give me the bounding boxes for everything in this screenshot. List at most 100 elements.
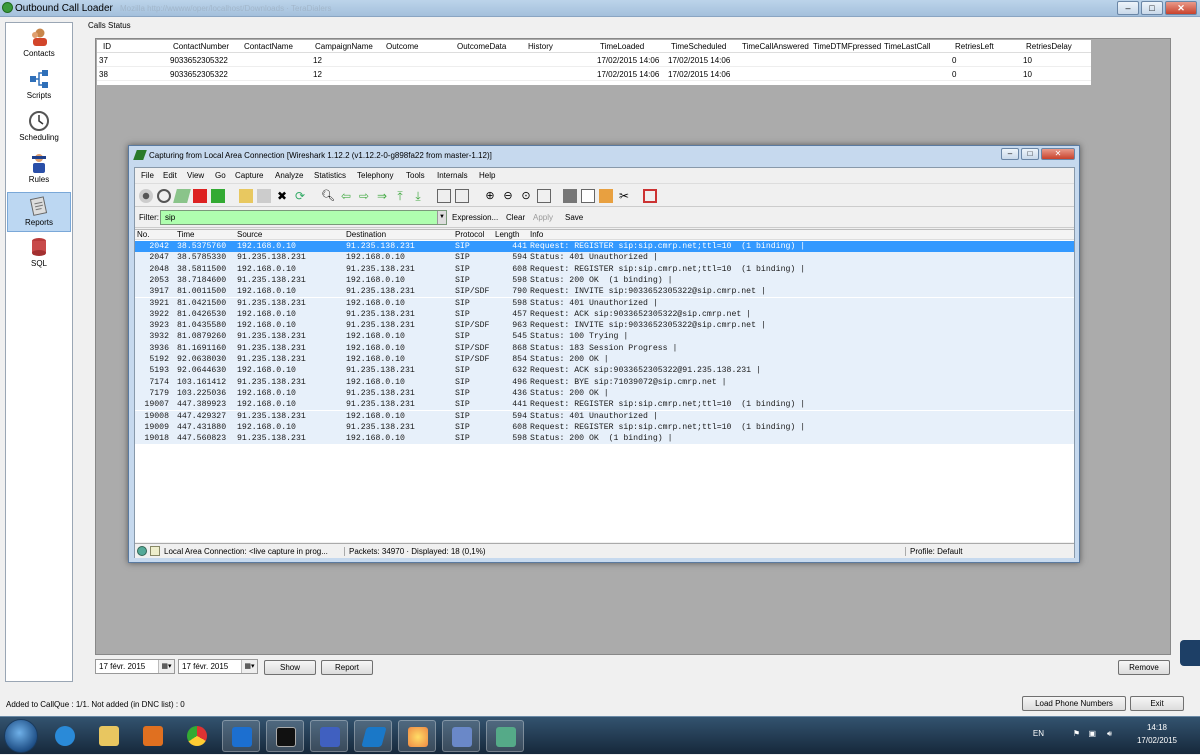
packet-row[interactable]: 3917 81.0011500 192.168.0.10 91.235.138.231… (135, 286, 1074, 298)
column-header[interactable]: Source (237, 230, 262, 239)
packet-row[interactable]: 19009 447.431880 192.168.0.10 91.235.138.23… (135, 421, 1074, 434)
clear-button[interactable]: Clear (506, 213, 525, 222)
packet-row[interactable]: 3922 81.0426530 192.168.0.10 91.235.138.231… (135, 308, 1074, 321)
packet-row[interactable]: 5193 92.0644630 192.168.0.10 91.235.138.231… (135, 365, 1074, 377)
open-icon[interactable] (239, 189, 253, 203)
column-header[interactable]: RetriesLeft (955, 42, 994, 51)
zoom-in-icon[interactable]: ⊕ (483, 189, 497, 203)
column-header[interactable]: RetriesDelay (1026, 42, 1072, 51)
start-capture-icon[interactable] (173, 189, 191, 203)
sidebar-item-rules[interactable]: Rules (7, 150, 71, 190)
apply-button[interactable]: Apply (533, 213, 553, 222)
menu-statistics[interactable]: Statistics (314, 171, 346, 180)
colorize-icon[interactable] (437, 189, 451, 203)
column-header[interactable]: Time (177, 230, 194, 239)
packet-row[interactable]: 2053 38.7184600 91.235.138.231 192.168.0.10… (135, 274, 1074, 287)
media-player-taskbar-button[interactable] (134, 720, 172, 752)
menu-go[interactable]: Go (215, 171, 226, 180)
filter-input[interactable]: sip (160, 210, 447, 225)
column-header[interactable]: Length (495, 230, 519, 239)
packet-row[interactable]: 2042 38.5375760 192.168.0.10 91.235.138.231… (135, 241, 1074, 253)
menu-internals[interactable]: Internals (437, 171, 468, 180)
profile-status[interactable]: Profile: Default (905, 547, 962, 556)
calls-grid[interactable]: ID ContactNumber ContactName CampaignNam… (97, 40, 1091, 85)
reload-icon[interactable]: ⟳ (293, 189, 307, 203)
interfaces-icon[interactable] (139, 189, 153, 203)
report-button[interactable]: Report (321, 660, 373, 675)
sidebar-item-scheduling[interactable]: Scheduling (7, 108, 71, 148)
date-from-picker[interactable]: 17 févr. 2015 ▦▾ (95, 659, 175, 674)
packet-row[interactable]: 3936 81.1691160 91.235.138.231 192.168.0.10… (135, 342, 1074, 354)
packet-row[interactable]: 5192 92.0638030 91.235.138.231 192.168.0.10… (135, 354, 1074, 366)
comments-icon[interactable] (150, 546, 160, 556)
menu-telephony[interactable]: Telephony (357, 171, 393, 180)
column-header[interactable]: ContactNumber (173, 42, 229, 51)
expert-info-icon[interactable] (137, 546, 147, 556)
stop-capture-icon[interactable] (193, 189, 207, 203)
ws-maximize-button[interactable]: □ (1021, 148, 1039, 160)
packet-row[interactable]: 3932 81.0879260 91.235.138.231 192.168.0.10… (135, 331, 1074, 343)
packet-row[interactable]: 7174 103.161412 91.235.138.231 192.168.0.10… (135, 376, 1074, 388)
save-filter-button[interactable]: Save (565, 213, 583, 222)
first-packet-icon[interactable]: ⤒ (393, 189, 407, 203)
goto-icon[interactable]: ⇒ (375, 189, 389, 203)
sidebar-item-scripts[interactable]: Scripts (7, 66, 71, 106)
load-phone-numbers-button[interactable]: Load Phone Numbers (1022, 696, 1126, 711)
clock-time[interactable]: 14:18 (1132, 723, 1182, 732)
start-button[interactable] (4, 719, 38, 753)
resize-columns-icon[interactable] (537, 189, 551, 203)
column-header[interactable]: Destination (346, 230, 386, 239)
zoom-normal-icon[interactable]: ⊙ (519, 189, 533, 203)
forward-icon[interactable]: ⇨ (357, 189, 371, 203)
network-taskbar-button[interactable] (486, 720, 524, 752)
packet-row[interactable]: 7179 103.225036 192.168.0.10 91.235.138.231… (135, 387, 1074, 400)
network-icon[interactable]: ▣ (1088, 729, 1096, 738)
language-indicator[interactable]: EN (1033, 729, 1044, 738)
packet-row[interactable]: 2047 38.5785330 91.235.138.231 192.168.0.10… (135, 252, 1074, 264)
autoscroll-icon[interactable] (455, 189, 469, 203)
table-row[interactable]: 37 9033652305322 12 17/02/2015 14:06 17/… (97, 54, 1091, 67)
help-icon[interactable] (643, 189, 657, 203)
menu-edit[interactable]: Edit (163, 171, 177, 180)
column-header[interactable]: Outcome (386, 42, 418, 51)
exit-button[interactable]: Exit (1130, 696, 1184, 711)
column-header[interactable]: No. (137, 230, 149, 239)
column-header[interactable]: Info (530, 230, 543, 239)
back-icon[interactable]: ⇦ (339, 189, 353, 203)
show-button[interactable]: Show (264, 660, 316, 675)
calendar-dropdown-icon[interactable]: ▦▾ (241, 660, 257, 673)
column-header[interactable]: TimeDTMFpressed (813, 42, 881, 51)
wireshark-taskbar-button[interactable] (354, 720, 392, 752)
calendar-dropdown-icon[interactable]: ▦▾ (158, 660, 174, 673)
display-filters-icon[interactable] (581, 189, 595, 203)
menu-capture[interactable]: Capture (235, 171, 263, 180)
app-taskbar-button[interactable] (310, 720, 348, 752)
menu-analyze[interactable]: Analyze (275, 171, 303, 180)
restart-capture-icon[interactable] (211, 189, 225, 203)
sidebar-item-sql[interactable]: SQL (7, 234, 71, 274)
outbound-call-loader-taskbar-button[interactable] (442, 720, 480, 752)
menu-file[interactable]: File (141, 171, 154, 180)
sidebar-item-contacts[interactable]: Contacts (7, 24, 71, 64)
sidebar-item-reports[interactable]: Reports (7, 192, 71, 232)
volume-icon[interactable]: 🔊︎ (1107, 729, 1112, 739)
minimize-button[interactable]: – (1117, 1, 1139, 15)
table-row[interactable]: 38 9033652305322 12 17/02/2015 14:06 17/… (97, 68, 1091, 81)
ws-minimize-button[interactable]: – (1001, 148, 1019, 160)
menu-help[interactable]: Help (479, 171, 495, 180)
date-to-picker[interactable]: 17 févr. 2015 ▦▾ (178, 659, 258, 674)
packet-row[interactable]: 3923 81.0435580 192.168.0.10 91.235.138.231… (135, 320, 1074, 332)
coloring-rules-icon[interactable] (599, 189, 613, 203)
packet-row[interactable]: 2048 38.5811500 192.168.0.10 91.235.138.231… (135, 263, 1074, 275)
column-header[interactable]: OutcomeData (457, 42, 506, 51)
maximize-button[interactable]: □ (1141, 1, 1163, 15)
column-header[interactable]: TimeLastCall (884, 42, 930, 51)
preferences-icon[interactable]: ✂ (617, 189, 631, 203)
packet-list[interactable]: No. Time Source Destination Protocol Len… (135, 229, 1074, 542)
expression-button[interactable]: Expression... (452, 213, 498, 222)
side-gadget-tab[interactable] (1180, 640, 1200, 666)
explorer-taskbar-button[interactable] (90, 720, 128, 752)
teamviewer-taskbar-button[interactable] (222, 720, 260, 752)
clock-date[interactable]: 17/02/2015 (1132, 736, 1182, 745)
packet-row[interactable]: 19018 447.560823 91.235.138.231 192.168.0.1… (135, 433, 1074, 445)
